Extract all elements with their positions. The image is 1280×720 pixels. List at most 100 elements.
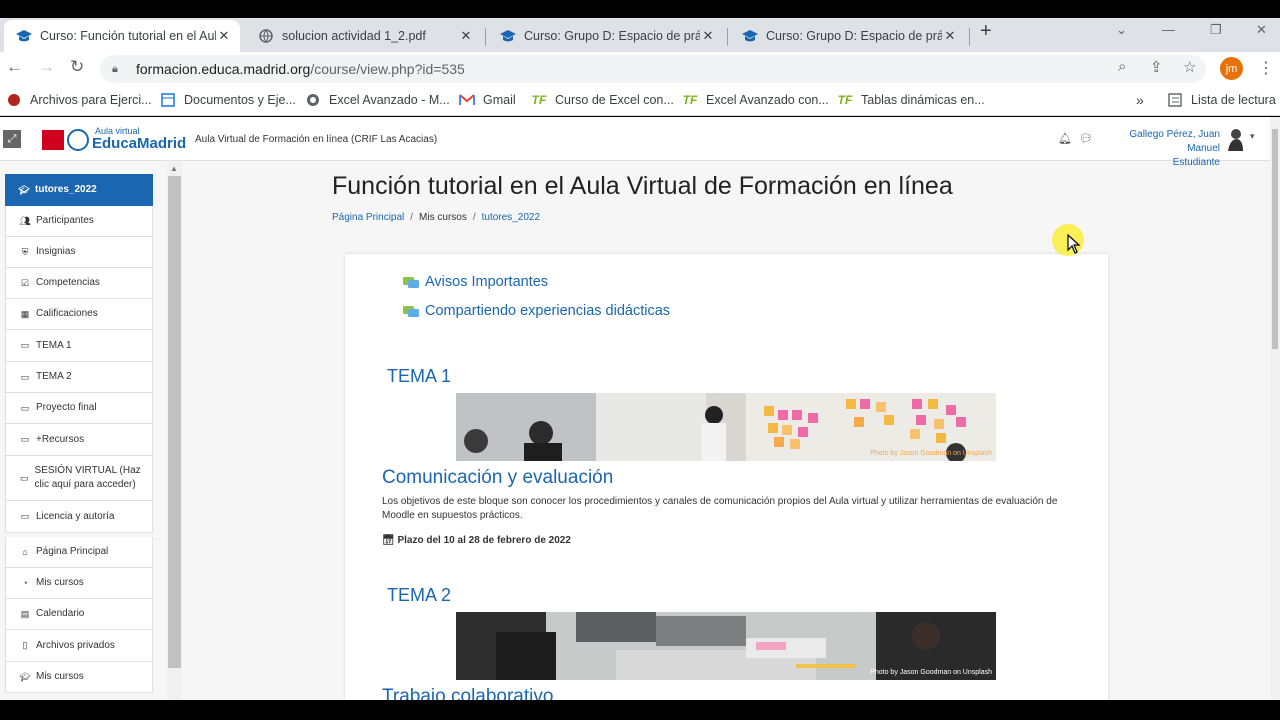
zoom-icon[interactable]: ⌕ bbox=[1118, 58, 1126, 75]
user-name: Gallego Pérez, Juan Manuel bbox=[1129, 129, 1220, 154]
user-menu[interactable]: Gallego Pérez, Juan Manuel Estudiante bbox=[1094, 128, 1220, 170]
sidebar-scrollbar[interactable]: ▲ bbox=[167, 162, 182, 700]
sidebar-item[interactable]: ⌂ Página Principal bbox=[5, 537, 153, 568]
section-banner-image: Photo by Jason Goodman on Unsplash bbox=[456, 393, 996, 461]
bookmark-item[interactable]: TF Tablas dinámicas en... bbox=[837, 92, 985, 108]
folder-icon: ▭ bbox=[20, 340, 30, 350]
scroll-up-arrow-icon[interactable]: ▲ bbox=[170, 164, 178, 173]
sidebar-item[interactable]: ▭ +Recursos bbox=[5, 424, 153, 456]
chevron-down-icon[interactable]: ▾ bbox=[1250, 131, 1255, 142]
breadcrumb-my-courses[interactable]: Mis cursos bbox=[419, 212, 467, 223]
page-scrollbar[interactable] bbox=[1270, 117, 1280, 700]
image-credit: Photo by Jason Goodman on Unsplash bbox=[870, 669, 992, 676]
madrid-flag-icon bbox=[42, 129, 64, 150]
user-avatar[interactable] bbox=[1225, 127, 1245, 151]
forum-link-announcements[interactable]: Avisos Importantes bbox=[403, 274, 548, 290]
sidebar-item-label: tutores_2022 bbox=[35, 184, 97, 195]
sidebar-item[interactable]: ▭ TEMA 1 bbox=[5, 330, 153, 362]
deadline-text: Plazo del 10 al 28 de febrero de 2022 bbox=[397, 535, 571, 546]
minimize-icon[interactable]: — bbox=[1162, 22, 1175, 37]
sidebar-item-label: Archivos privados bbox=[36, 639, 115, 651]
window-close-icon[interactable]: ✕ bbox=[1256, 22, 1267, 38]
sidebar-item[interactable]: ☑ Competencias bbox=[5, 268, 153, 299]
section-title[interactable]: Trabajo colaborativo bbox=[382, 686, 553, 700]
close-icon[interactable]: ✕ bbox=[216, 28, 232, 44]
bookmark-item[interactable]: Gmail bbox=[459, 92, 516, 108]
sidebar-item-label: Mis cursos bbox=[36, 671, 84, 682]
bookmark-item[interactable]: TF Curso de Excel con... bbox=[531, 92, 674, 108]
sidebar-item[interactable]: ⛨ Insignias bbox=[5, 237, 153, 268]
section-heading[interactable]: TEMA 2 bbox=[387, 585, 451, 606]
sidebar-item[interactable]: ▭ SESIÓN VIRTUAL (Haz clic aquí para acce… bbox=[5, 456, 153, 501]
bookmark-label: Curso de Excel con... bbox=[555, 93, 674, 107]
calendar-icon: 📅︎ bbox=[382, 535, 395, 546]
share-icon[interactable]: ⇪ bbox=[1150, 58, 1163, 76]
section-heading[interactable]: TEMA 1 bbox=[387, 366, 451, 387]
tf-icon: TF bbox=[837, 93, 853, 107]
close-icon[interactable]: ✕ bbox=[942, 28, 958, 44]
forward-arrow-icon[interactable]: → bbox=[38, 57, 55, 77]
file-icon: ▯ bbox=[22, 640, 28, 650]
bookmarks-more-button[interactable]: » bbox=[1136, 92, 1144, 108]
back-arrow-icon[interactable]: ← bbox=[6, 57, 23, 77]
forum-icon bbox=[403, 304, 419, 318]
logo-bottom-text: EducaMadrid bbox=[92, 135, 187, 152]
breadcrumb-home[interactable]: Página Principal bbox=[332, 212, 404, 223]
tf-icon: TF bbox=[531, 93, 547, 107]
section-deadline: 📅︎ Plazo del 10 al 28 de febrero de 2022 bbox=[382, 535, 571, 546]
sidebar-item[interactable]: ◔ Mis cursos bbox=[5, 568, 153, 599]
mouse-cursor-highlight bbox=[1052, 224, 1084, 256]
browser-tab[interactable]: Curso: Grupo D: Espacio de práct ✕ bbox=[730, 20, 966, 52]
restore-icon[interactable]: ❐ bbox=[1210, 22, 1222, 38]
expand-icon[interactable]: ⤢ bbox=[3, 130, 21, 148]
educamadrid-logo[interactable]: Aula virtual EducaMadrid bbox=[42, 127, 186, 152]
sidebar-item-label: Mis cursos bbox=[36, 577, 84, 588]
browser-tab[interactable]: Curso: Grupo D: Espacio de práct ✕ bbox=[488, 20, 724, 52]
sidebar-item[interactable]: 🎓︎ tutores_2022 bbox=[5, 174, 153, 206]
logo-circle-icon bbox=[67, 128, 89, 151]
moodle-cap-icon bbox=[500, 28, 516, 44]
page-scroll-thumb[interactable] bbox=[1272, 129, 1278, 349]
sidebar-item-label: Insignias bbox=[36, 246, 76, 257]
graduation-cap-icon: 🎓︎ bbox=[19, 671, 31, 682]
users-icon: 👥︎ bbox=[19, 215, 31, 226]
page-content: ⤢ Aula virtual EducaMadrid Aula Virtual … bbox=[0, 117, 1270, 700]
bookmark-star-icon[interactable]: ☆ bbox=[1183, 58, 1196, 76]
tab-search-chevron-icon[interactable]: ⌄ bbox=[1116, 22, 1127, 38]
reload-icon[interactable]: ↻ bbox=[70, 57, 84, 77]
bookmark-item[interactable]: Excel Avanzado - M... bbox=[305, 92, 450, 108]
new-tab-plus-icon[interactable]: + bbox=[980, 20, 992, 43]
tab-label: Curso: Función tutorial en el Aula bbox=[40, 29, 216, 43]
bell-icon[interactable]: 🔔︎ bbox=[1058, 132, 1072, 145]
forum-link-experiences[interactable]: Compartiendo experiencias didácticas bbox=[403, 303, 670, 319]
sidebar-item[interactable]: 🎓︎ Mis cursos bbox=[5, 662, 153, 693]
sidebar-item-label: Proyecto final bbox=[36, 402, 97, 413]
sidebar-item-label: Calificaciones bbox=[36, 308, 98, 319]
section-title[interactable]: Comunicación y evaluación bbox=[382, 467, 613, 489]
address-bar[interactable]: 🔒︎ formacion.educa.madrid.org/course/vie… bbox=[100, 55, 1206, 83]
bookmark-item[interactable]: Documentos y Eje... bbox=[160, 92, 296, 108]
bookmark-item[interactable]: TF Excel Avanzado con... bbox=[682, 92, 829, 108]
browser-menu-icon[interactable]: ⋮ bbox=[1258, 58, 1274, 78]
reading-list-button[interactable]: Lista de lectura bbox=[1167, 92, 1276, 108]
tab-separator bbox=[727, 28, 728, 46]
sidebar-item[interactable]: ▯ Archivos privados bbox=[5, 630, 153, 662]
chat-icon[interactable]: 💬︎ bbox=[1079, 132, 1093, 145]
breadcrumb-course[interactable]: tutores_2022 bbox=[482, 212, 540, 223]
profile-avatar[interactable]: jm bbox=[1220, 57, 1243, 80]
sidebar-item[interactable]: 👥︎ Participantes bbox=[5, 206, 153, 237]
sidebar-item[interactable]: ▦ Calificaciones bbox=[5, 299, 153, 330]
close-icon[interactable]: ✕ bbox=[458, 28, 474, 44]
browser-tab[interactable]: Curso: Función tutorial en el Aula ✕ bbox=[4, 20, 240, 52]
close-icon[interactable]: ✕ bbox=[700, 28, 716, 44]
sidebar-item[interactable]: ▭ Licencia y autoría bbox=[5, 501, 153, 533]
tachometer-icon: ◔ bbox=[22, 578, 28, 588]
sidebar-item[interactable]: ▤ Calendario bbox=[5, 599, 153, 630]
browser-tab[interactable]: solucion actividad 1_2.pdf ✕ bbox=[246, 20, 482, 52]
sidebar-item[interactable]: ▭ Proyecto final bbox=[5, 393, 153, 424]
sidebar-item[interactable]: ▭ TEMA 2 bbox=[5, 362, 153, 393]
image-credit: Photo by Jason Goodman on Unsplash bbox=[870, 450, 992, 457]
section-description: Los objetivos de este bloque son conocer… bbox=[382, 496, 1058, 521]
bookmark-item[interactable]: Archivos para Ejerci... bbox=[6, 92, 152, 108]
sidebar-scroll-thumb[interactable] bbox=[168, 176, 181, 668]
